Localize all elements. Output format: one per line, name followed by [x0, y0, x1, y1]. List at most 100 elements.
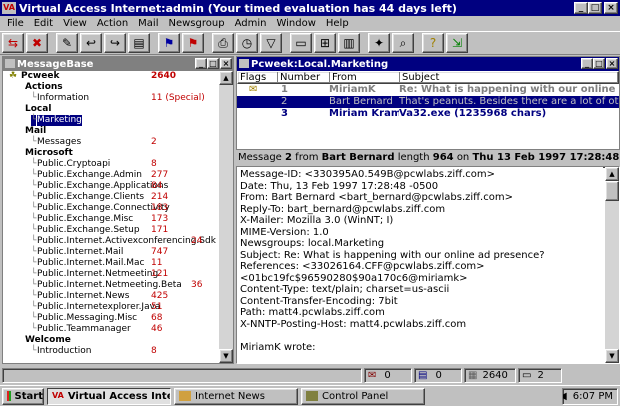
tree-item[interactable]: └ Public.Internet.News 425	[3, 291, 219, 302]
scroll-thumb[interactable]	[605, 181, 619, 201]
print-button[interactable]: ⎙	[212, 33, 234, 53]
message-row[interactable]: 3 Miriam Kram Va32.exe (1235968 chars)	[237, 108, 619, 120]
scroll-up-arrow[interactable]: ▲	[219, 71, 233, 85]
status-windows: ▭ 2	[518, 367, 562, 383]
tree-item[interactable]: └ Marketing	[3, 115, 219, 126]
message-body-line: Path: matt4.pcwlabs.ziff.com	[240, 307, 385, 318]
flag-red-button[interactable]: ⚑	[182, 33, 204, 53]
tree-item[interactable]: Mail	[3, 126, 219, 137]
tree-item[interactable]: └ Public.Exchange.Applications 84	[3, 181, 219, 192]
pane-close-button[interactable]: ×	[606, 58, 618, 69]
scroll-down-arrow[interactable]: ▼	[605, 349, 619, 363]
tree-item[interactable]: └ Public.Exchange.Admin 277	[3, 170, 219, 181]
pane-minimize-button[interactable]: _	[581, 58, 593, 69]
tree-item[interactable]: └ Public.Teammanager 46	[3, 324, 219, 335]
tree-item[interactable]: └ Public.Internetexplorer.Java 51	[3, 302, 219, 313]
messagebase-titlebar[interactable]: MessageBase _ □ ×	[3, 57, 233, 71]
tree-item[interactable]: └ Public.Internet.Netmeeting 121	[3, 269, 219, 280]
pane-maximize-button[interactable]: □	[207, 58, 219, 69]
flag-blue-button[interactable]: ⚑	[158, 33, 180, 53]
pane-minimize-button[interactable]: _	[195, 58, 207, 69]
menu-admin[interactable]: Admin	[230, 18, 272, 29]
connect-button[interactable]: ⇆	[2, 33, 24, 53]
menu-view[interactable]: View	[58, 18, 92, 29]
tree-item[interactable]: └ Public.Exchange.Setup 171	[3, 225, 219, 236]
tree-item[interactable]: Actions	[3, 82, 219, 93]
tree-item-count: 11 (Special)	[151, 93, 205, 103]
start-button[interactable]: Start	[2, 387, 44, 405]
column-number[interactable]: Number	[278, 72, 330, 83]
schedule-button[interactable]: ◷	[236, 33, 258, 53]
tree-line: └	[31, 159, 37, 169]
stop-button[interactable]: ✖	[26, 33, 48, 53]
layout-four-button[interactable]: ⊞	[314, 33, 336, 53]
tree-item[interactable]: Microsoft	[3, 148, 219, 159]
scripts-icon: ✦	[373, 36, 385, 50]
message-body[interactable]: Message-ID: <330395A0.549B@pcwlabs.ziff.…	[237, 167, 603, 363]
menu-edit[interactable]: Edit	[29, 18, 58, 29]
tree-item[interactable]: └ Public.Exchange.Connectivity 183	[3, 203, 219, 214]
message-list-titlebar[interactable]: Pcweek:Local.Marketing _ □ ×	[237, 57, 619, 71]
menu-window[interactable]: Window	[271, 18, 320, 29]
task-internet-news[interactable]: Internet News	[174, 387, 298, 405]
menu-file[interactable]: File	[2, 18, 29, 29]
scroll-down-arrow[interactable]: ▼	[219, 349, 233, 363]
scroll-up-arrow[interactable]: ▲	[605, 167, 619, 181]
compose-button[interactable]: ✎	[56, 33, 78, 53]
tile-button[interactable]: ▭	[290, 33, 312, 53]
tree-item[interactable]: Welcome	[3, 335, 219, 346]
tree-item[interactable]: Local	[3, 104, 219, 115]
forward-button[interactable]: ↪	[104, 33, 126, 53]
minimize-button[interactable]: _	[574, 2, 588, 14]
message-row[interactable]: ✉ 1 MiriamK Re: What is happening with our …	[237, 84, 619, 96]
tree-item[interactable]: └ Public.Exchange.Clients 214	[3, 192, 219, 203]
tree-item[interactable]: └ Public.Messaging.Misc 68	[3, 313, 219, 324]
tree-item-label: Public.Internet.Mail	[37, 247, 124, 257]
column-subject[interactable]: Subject	[400, 72, 618, 83]
body-scrollbar[interactable]: ▲ ▼	[605, 167, 619, 363]
pane-close-button[interactable]: ×	[220, 58, 232, 69]
tree-item-label: Public.Internetexplorer.Java	[37, 302, 161, 312]
tree-item[interactable]: └ Public.Internet.Mail 747	[3, 247, 219, 258]
task-control-panel[interactable]: Control Panel	[301, 387, 425, 405]
tree-scrollbar[interactable]: ▲ ▼	[219, 71, 233, 363]
status-bar: ✉ 0 ▤ 0 ▦ 2640 ▭ 2	[0, 366, 620, 384]
filter-button[interactable]: ▽	[260, 33, 282, 53]
app-icon[interactable]: VA	[2, 2, 16, 14]
pane-maximize-button[interactable]: □	[593, 58, 605, 69]
clock[interactable]: 6:07 PM	[573, 391, 613, 402]
column-flags[interactable]: Flags	[238, 72, 278, 83]
menu-help[interactable]: Help	[321, 18, 354, 29]
help-button[interactable]: ?	[422, 33, 444, 53]
tree-line: └	[31, 170, 37, 180]
tree-item-count: 84	[151, 181, 163, 191]
maximize-button[interactable]: □	[588, 2, 602, 14]
tree-item[interactable]: └ Information 11 (Special)	[3, 93, 219, 104]
menu-mail[interactable]: Mail	[133, 18, 163, 29]
task-virtual-access[interactable]: VAVirtual Access Intern...	[47, 387, 171, 405]
tree-item[interactable]: └ Public.Internet.Activexconferencing.Sdk…	[3, 236, 219, 247]
messagebase-tree[interactable]: ☘ Pcweek 2640 Actions └ Information 11 (Specia…	[3, 71, 219, 363]
tree-item-count: 8	[151, 346, 157, 356]
tree-item[interactable]: └ Introduction 8	[3, 346, 219, 357]
message-row[interactable]: 2 Bart Bernard That's peanuts. Besides the…	[237, 96, 619, 108]
reply-button[interactable]: ↩	[80, 33, 102, 53]
layout-button[interactable]: ▥	[338, 33, 360, 53]
tree-item[interactable]: └ Messages 2	[3, 137, 219, 148]
exit-button[interactable]: ⇲	[446, 33, 468, 53]
address-book-button[interactable]: ▤	[128, 33, 150, 53]
tree-item[interactable]: └ Public.Internet.Mail.Mac 11	[3, 258, 219, 269]
menu-action[interactable]: Action	[92, 18, 133, 29]
tree-item[interactable]: └ Public.Exchange.Misc 173	[3, 214, 219, 225]
close-button[interactable]: ×	[604, 2, 618, 14]
tree-item[interactable]: └ Public.Internet.Netmeeting.Beta 36	[3, 280, 219, 291]
find-button[interactable]: ⌕	[392, 33, 414, 53]
tree-item[interactable]: └ Public.Cryptoapi 8	[3, 159, 219, 170]
column-from[interactable]: From	[330, 72, 400, 83]
menu-newsgroup[interactable]: Newsgroup	[163, 18, 229, 29]
speaker-icon[interactable]: ◀	[563, 391, 567, 402]
title-bar[interactable]: VA Virtual Access Internet:admin (Your t…	[0, 0, 620, 16]
scripts-button[interactable]: ✦	[368, 33, 390, 53]
tree-item[interactable]: ☘ Pcweek 2640	[3, 71, 219, 82]
tree-item-count: 68	[151, 313, 163, 323]
